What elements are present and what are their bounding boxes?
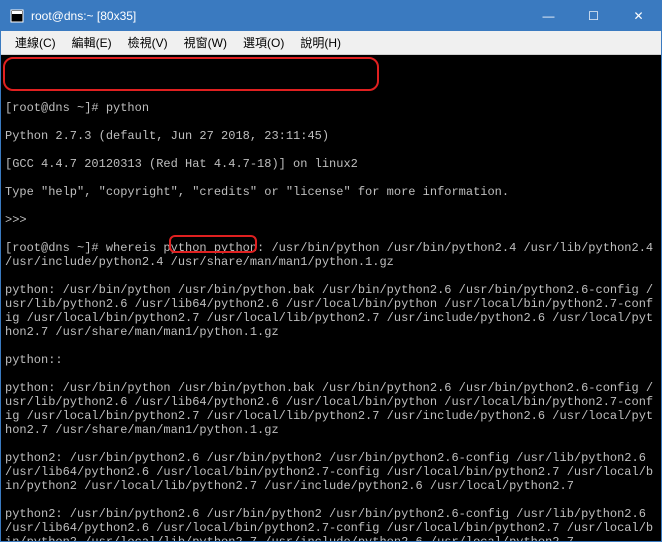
terminal-line: [GCC 4.4.7 20120313 (Red Hat 4.4.7-18)] … <box>5 157 657 171</box>
menu-help[interactable]: 說明(H) <box>292 32 349 53</box>
menubar: 連線(C) 編輯(E) 檢視(V) 視窗(W) 選項(O) 說明(H) <box>1 31 661 55</box>
terminal-line: python2: /usr/bin/python2.6 /usr/bin/pyt… <box>5 451 657 493</box>
menu-connect[interactable]: 連線(C) <box>7 32 64 53</box>
menu-edit[interactable]: 編輯(E) <box>64 32 120 53</box>
close-button[interactable]: ✕ <box>616 1 661 31</box>
annotation-highlight-1 <box>3 57 379 91</box>
terminal-line: >>> <box>5 213 657 227</box>
menu-view[interactable]: 檢視(V) <box>120 32 176 53</box>
terminal-line: Python 2.7.3 (default, Jun 27 2018, 23:1… <box>5 129 657 143</box>
minimize-button[interactable]: — <box>526 1 571 31</box>
menu-window[interactable]: 視窗(W) <box>176 32 235 53</box>
maximize-button[interactable]: ☐ <box>571 1 616 31</box>
terminal-line: python: /usr/bin/python /usr/bin/python.… <box>5 283 657 339</box>
titlebar[interactable]: root@dns:~ [80x35] — ☐ ✕ <box>1 1 661 31</box>
terminal[interactable]: [root@dns ~]# python Python 2.7.3 (defau… <box>1 55 661 541</box>
terminal-line: Type "help", "copyright", "credits" or "… <box>5 185 657 199</box>
terminal-line: [root@dns ~]# whereis python python: /us… <box>5 241 657 269</box>
terminal-line: python:: <box>5 353 657 367</box>
menu-options[interactable]: 選項(O) <box>235 32 292 53</box>
app-icon <box>9 8 25 24</box>
window: root@dns:~ [80x35] — ☐ ✕ 連線(C) 編輯(E) 檢視(… <box>0 0 662 542</box>
terminal-line: python: /usr/bin/python /usr/bin/python.… <box>5 381 657 437</box>
window-title: root@dns:~ [80x35] <box>31 9 526 23</box>
terminal-line: [root@dns ~]# python <box>5 101 657 115</box>
terminal-line: python2: /usr/bin/python2.6 /usr/bin/pyt… <box>5 507 657 541</box>
